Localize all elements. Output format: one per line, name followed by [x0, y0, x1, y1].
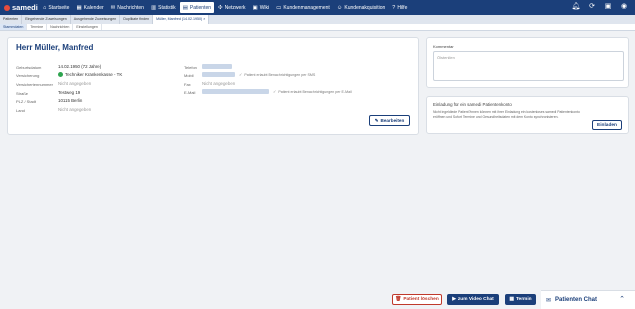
value-telefon	[202, 64, 234, 69]
label-email: E-Mail	[184, 90, 196, 95]
chevron-up-icon[interactable]: ⌃	[619, 295, 625, 303]
bell-icon[interactable]: 🔔︎	[568, 2, 584, 10]
termin-button[interactable]: ▦ Termin	[505, 294, 536, 305]
logo-mark-icon	[4, 4, 10, 11]
redacted-phone	[202, 64, 232, 69]
calendar-icon: ▦	[76, 4, 82, 11]
home-icon: ⌂	[43, 4, 47, 11]
trash-icon: 🗑︎	[395, 297, 402, 302]
calendar-icon: ▦	[509, 297, 514, 302]
video-icon: ▶	[452, 297, 456, 302]
value-strasse: Testweg 19	[58, 90, 81, 95]
value-email: ✓ Patient erlaubt Benachrichtigungen per …	[202, 89, 352, 94]
book-icon: ▣	[252, 4, 258, 11]
patients-icon: ▤	[182, 4, 188, 11]
value-plz-stadt: 10115 Berlin	[58, 98, 83, 103]
delete-patient-button[interactable]: 🗑︎ Patient löschen	[392, 294, 442, 305]
chart-icon: ▥	[150, 4, 157, 11]
nav-kalender[interactable]: ▦ Kalender	[73, 2, 106, 13]
tab-patient-mueller[interactable]: Müller, Manfred (14.02.1950) ×	[153, 15, 210, 24]
value-mobil: ✓ Patient erlaubt Benachrichtigungen per …	[202, 72, 315, 77]
patient-title: Herr Müller, Manfred	[16, 43, 94, 52]
value-land: Nicht angegeben	[58, 107, 92, 112]
nav-patienten[interactable]: ▤ Patienten	[179, 2, 215, 13]
tab-termine[interactable]: Termine	[27, 24, 48, 30]
tab-nachrichten[interactable]: Nachrichten	[47, 24, 74, 30]
label-land: Land	[16, 108, 25, 113]
tab-eingehende-zuweisungen[interactable]: Eingehende Zuweisungen	[22, 15, 71, 24]
network-icon: ✣	[218, 4, 223, 11]
sync-icon[interactable]: ⟳	[584, 2, 600, 10]
account-icon[interactable]: ◉	[616, 2, 632, 10]
value-geburtsdatum: 14.02.1950 (72 Jahre)	[58, 64, 102, 69]
samedi-logo[interactable]: samedi	[4, 3, 40, 12]
tab-stammdaten[interactable]: Stammdaten	[0, 24, 28, 30]
label-geburtsdatum: Geburtsdatum	[16, 65, 42, 70]
patient-subtabs: Stammdaten Termine Nachrichten Einstellu…	[0, 24, 635, 31]
edit-button[interactable]: ✎ Bearbeiten	[369, 115, 410, 126]
label-mobil: Mobil	[184, 73, 194, 78]
nav-kundenakquisition[interactable]: ☺ Kundenakquisition	[334, 2, 389, 13]
comment-title: Kommentar	[433, 44, 454, 49]
comment-card: Kommentar Ölstenllen	[426, 37, 629, 88]
briefcase-icon[interactable]: ▣	[600, 2, 616, 10]
label-versicherung: Versicherung	[16, 73, 40, 78]
check-icon: ✓	[273, 89, 277, 94]
management-icon: ▭	[276, 4, 282, 11]
tab-patienten[interactable]: Patienten	[0, 15, 23, 24]
value-fax: Nicht angegeben	[202, 81, 236, 86]
chat-icon: ✉	[546, 298, 552, 304]
label-strasse: Straße	[16, 91, 29, 96]
tab-einstellungen[interactable]: Einstellungen	[73, 24, 102, 30]
invite-button[interactable]: Einladen	[592, 120, 622, 130]
value-versicherung: Techniker Krankenkasse - TK	[58, 72, 122, 77]
nav-hilfe[interactable]: ? Hilfe	[389, 2, 410, 13]
invite-title: Einladung für ein samedi Patientenkonto	[433, 102, 512, 107]
comment-textarea[interactable]: Ölstenllen	[433, 51, 624, 81]
edit-icon: ✎	[374, 117, 379, 123]
nav-kundenmanagement[interactable]: ▭ Kundenmanagement	[273, 2, 333, 13]
invite-card: Einladung für ein samedi Patientenkonto …	[426, 96, 629, 134]
tab-ausgehende-zuweisungen[interactable]: Ausgehende Zuweisungen	[71, 15, 121, 24]
mail-icon: ✉	[110, 4, 116, 11]
nav-statistik[interactable]: ▥ Statistik	[148, 2, 179, 13]
redacted-mobile	[202, 72, 235, 77]
invite-description: Nicht ingeldiede Patient?innen können mi…	[433, 110, 580, 119]
check-icon: ✓	[239, 72, 243, 77]
breadcrumb-tabs: Patienten Eingehende Zuweisungen Ausgehe…	[0, 15, 635, 24]
patient-card: Herr Müller, Manfred Geburtsdatum 14.02.…	[7, 37, 419, 135]
label-versichertennummer: Versichertennummer	[16, 82, 53, 87]
top-navigation: samedi ⌂ Startseite ▦ Kalender ✉ Nachrichte…	[0, 0, 635, 15]
action-bar: 🗑︎ Patient löschen ▶ zum Video Chat ▦ Termi…	[0, 290, 635, 309]
insurance-status-icon	[58, 72, 63, 77]
help-icon: ?	[392, 4, 396, 11]
label-fax: Fax	[184, 82, 191, 87]
tab-duplikate-finden[interactable]: Duplikate finden	[120, 15, 154, 24]
label-telefon: Telefon	[184, 65, 197, 70]
nav-nachrichten[interactable]: ✉ Nachrichten	[108, 2, 147, 13]
nav-startseite[interactable]: ⌂ Startseite	[40, 2, 72, 13]
label-plz-stadt: PLZ / Stadt	[16, 99, 37, 104]
patient-chat-toggle[interactable]: ✉ Patienten Chat ⌃	[541, 290, 635, 309]
user-icon: ☺	[336, 4, 343, 11]
redacted-email	[202, 89, 269, 94]
video-chat-button[interactable]: ▶ zum Video Chat	[447, 294, 499, 305]
nav-wiki[interactable]: ▣ Wiki	[249, 2, 272, 13]
nav-netzwerk[interactable]: ✣ Netzwerk	[215, 2, 248, 13]
value-versichertennummer: Nicht angegeben	[58, 81, 92, 86]
